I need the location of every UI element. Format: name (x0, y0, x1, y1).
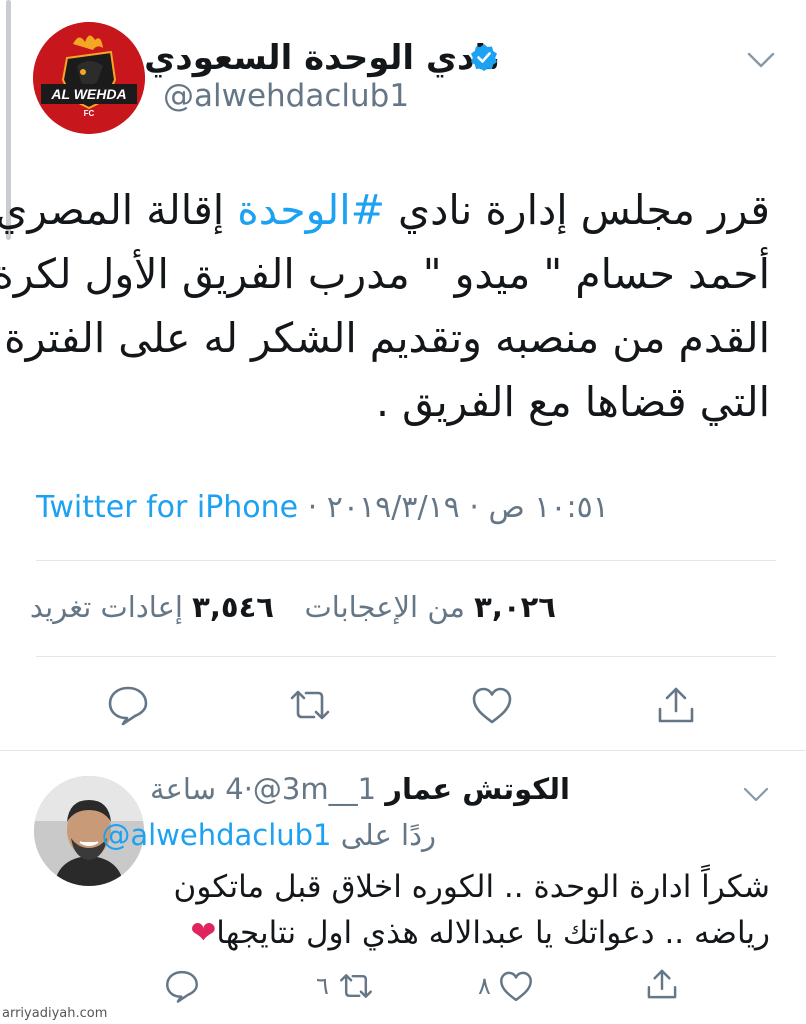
chevron-down-icon[interactable] (746, 50, 776, 70)
divider (36, 656, 776, 657)
reply-text: شكراً ادارة الوحدة .. الكوره اخلاق قبل م… (160, 864, 770, 956)
display-name[interactable]: نادي الوحدة السعودي (144, 38, 500, 78)
reply-text-segment: رياضه .. دعواتك يا عبدالاله هذي اول نتاي… (216, 915, 770, 951)
share-icon[interactable] (654, 683, 698, 727)
like-count: ٨ (478, 972, 491, 1000)
tweet-text-line: أحمد حسام " ميدو " مدرب الفريق الأول لكر… (0, 250, 770, 298)
retweet-count: ٦ (316, 972, 329, 1000)
replying-to-handle[interactable]: @alwehdaclub1 (101, 818, 331, 852)
meta-separator: · (243, 772, 253, 806)
retweets-label[interactable]: إعادات تغريد (30, 590, 183, 624)
avatar[interactable]: AL WEHDA FC (33, 22, 145, 134)
chevron-down-icon[interactable] (742, 786, 770, 804)
like-heart-icon[interactable] (470, 683, 514, 727)
reply-icon[interactable] (164, 968, 200, 1004)
reply-time: 4 ساعة (150, 772, 244, 806)
divider (0, 750, 806, 751)
tweet-text-line: القدم من منصبه وتقديم الشكر له على الفتر… (4, 314, 770, 362)
tweet-stats: ٣,٠٢٦ من الإعجابات (304, 590, 556, 624)
logo-text: AL WEHDA (50, 86, 126, 102)
retweets-count[interactable]: ٣,٥٤٦ (192, 590, 274, 624)
retweet-icon[interactable] (338, 968, 374, 1004)
replying-to-label: ردًا على (340, 818, 436, 852)
club-logo-icon: AL WEHDA FC (33, 22, 145, 134)
meta-separator: · (307, 490, 318, 525)
tweet-stats-retweets: ٣,٥٤٦ إعادات تغريد (30, 590, 274, 624)
watermark: arriyadiyah.com (2, 1006, 108, 1021)
like-heart-icon[interactable] (498, 968, 534, 1004)
reply-display-name[interactable]: الكوتش عمار (385, 772, 570, 806)
tweet-time: ١٠:٥١ ص (488, 490, 609, 525)
reply-handle[interactable]: @3m__1 (253, 772, 376, 806)
hashtag-link[interactable]: #الوحدة (237, 186, 385, 234)
handle[interactable]: @alwehdaclub1 (163, 78, 409, 114)
tweet-date: ٢٠١٩/٣/١٩ (326, 490, 460, 525)
verified-badge-icon (470, 43, 498, 71)
reply-icon[interactable] (106, 683, 150, 727)
text-segment: قرر مجلس إدارة نادي (385, 186, 770, 234)
likes-label[interactable]: من الإعجابات (304, 590, 465, 624)
divider (36, 560, 776, 561)
retweet-icon[interactable] (288, 683, 332, 727)
text-segment: إقالة المصري (0, 186, 238, 234)
tweet-header: AL WEHDA FC نادي الوحدة السعودي @alwehda… (0, 0, 806, 150)
reply-header: الكوتش عمار @3m__1·4 ساعة (150, 772, 570, 806)
client-link[interactable]: Twitter for iPhone (36, 490, 298, 525)
tweet-text-line: التي قضاها مع الفريق . (376, 378, 770, 426)
reply-text-line: شكراً ادارة الوحدة .. الكوره اخلاق قبل م… (173, 869, 770, 905)
meta-separator: · (469, 490, 479, 525)
replying-to: ردًا على @alwehdaclub1 (101, 818, 436, 852)
reply-text-line: رياضه .. دعواتك يا عبدالاله هذي اول نتاي… (160, 910, 770, 956)
logo-subtext: FC (84, 109, 95, 118)
tweet-text: قرر مجلس إدارة نادي #الوحدة إقالة المصري… (0, 178, 770, 434)
tweet-detail-screen: AL WEHDA FC نادي الوحدة السعودي @alwehda… (0, 0, 806, 1024)
heart-emoji: ❤ (190, 915, 217, 951)
tweet-text-line: قرر مجلس إدارة نادي #الوحدة إقالة المصري (0, 178, 770, 242)
likes-count[interactable]: ٣,٠٢٦ (474, 590, 556, 624)
share-icon[interactable] (644, 966, 680, 1002)
tweet-meta: Twitter for iPhone · ٢٠١٩/٣/١٩ · ١٠:٥١ ص (36, 490, 776, 525)
